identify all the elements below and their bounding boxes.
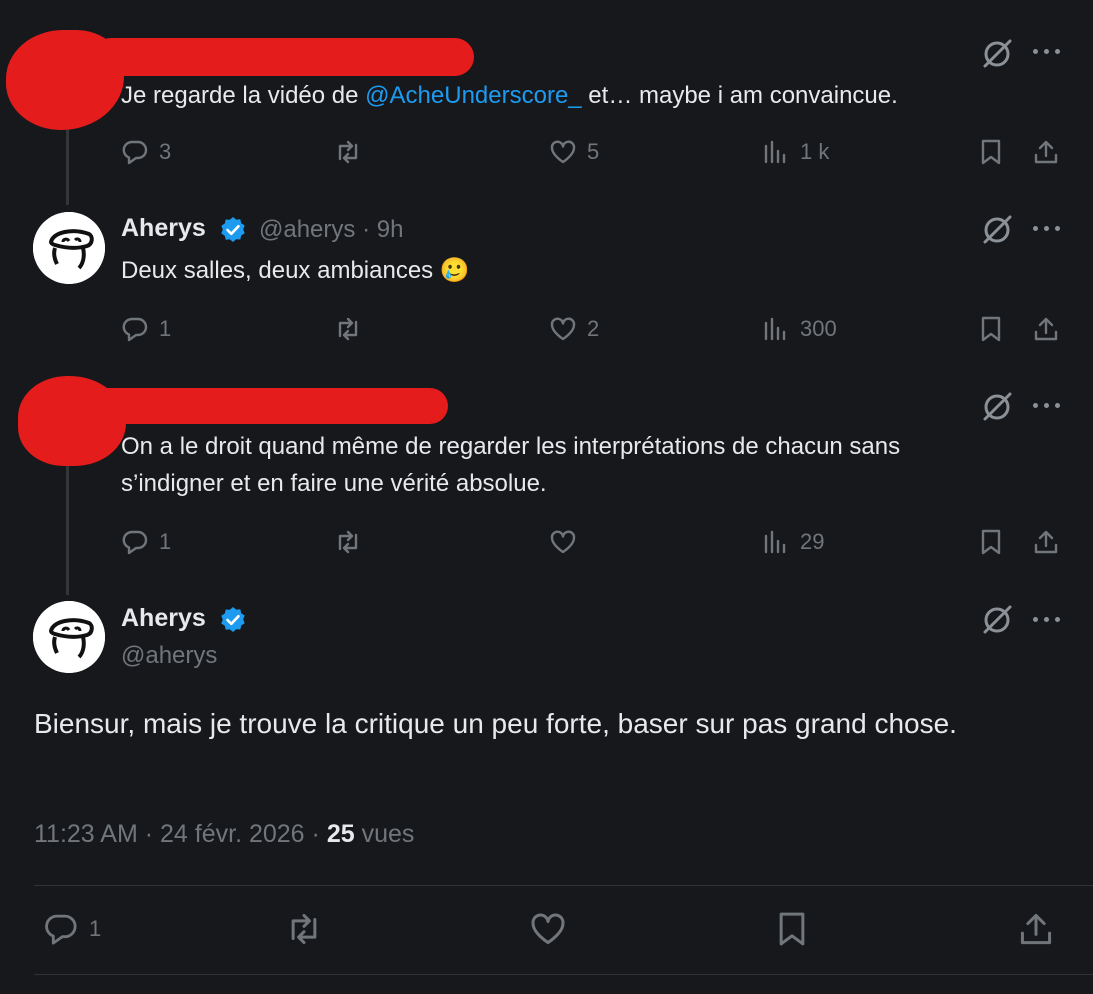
reply-icon xyxy=(122,140,148,165)
more-icon[interactable] xyxy=(1031,610,1065,630)
view-count: 1 k xyxy=(800,139,830,164)
verified-badge-icon xyxy=(219,606,247,634)
like-button[interactable]: 2 xyxy=(549,313,599,345)
bookmark-button[interactable] xyxy=(977,136,1005,168)
bookmark-button[interactable] xyxy=(773,912,811,946)
bookmark-button[interactable] xyxy=(977,313,1005,345)
heart-icon xyxy=(550,140,576,164)
share-icon xyxy=(1034,317,1058,341)
like-count: 5 xyxy=(587,139,600,164)
like-button[interactable]: 5 xyxy=(549,136,599,168)
heart-icon xyxy=(550,530,576,554)
share-button[interactable] xyxy=(1032,313,1060,345)
grok-icon[interactable] xyxy=(980,390,1014,424)
reply-button[interactable]: 1 xyxy=(121,313,171,345)
repost-icon xyxy=(338,140,358,164)
like-button[interactable] xyxy=(549,526,587,558)
tweet-text-part: et… maybe i am convaincue. xyxy=(581,82,898,109)
separator: · xyxy=(144,820,154,848)
separator: · xyxy=(311,820,320,848)
view-count: 300 xyxy=(800,316,837,341)
tweet-text-part: Je regarde la vidéo de xyxy=(121,82,366,109)
tweet-text: Deux salles, deux ambiances 🥲 xyxy=(121,257,470,284)
repost-icon xyxy=(338,317,358,341)
heart-icon xyxy=(550,317,576,341)
views-chart-icon xyxy=(764,140,786,164)
views-label: vues xyxy=(361,820,415,848)
bookmark-button[interactable] xyxy=(977,526,1005,558)
author-handle-time[interactable]: @aherys · 9h xyxy=(259,216,403,244)
views-button[interactable]: 1 k xyxy=(762,136,829,168)
views-chart-icon xyxy=(764,317,786,341)
repost-icon xyxy=(291,913,317,945)
share-icon xyxy=(1020,913,1052,945)
repost-button[interactable] xyxy=(334,526,372,558)
bookmark-icon xyxy=(981,316,1001,342)
share-button[interactable] xyxy=(1017,913,1055,945)
grok-icon[interactable] xyxy=(980,603,1014,637)
tweet-metadata: 11:23 AM · 24 févr. 2026 · 25 vues xyxy=(34,820,414,849)
share-button[interactable] xyxy=(1032,526,1060,558)
tweet-date[interactable]: 24 févr. 2026 xyxy=(160,820,305,848)
reply-button[interactable]: 3 xyxy=(121,136,171,168)
reply-icon xyxy=(45,914,77,945)
repost-button[interactable] xyxy=(285,913,323,945)
redacted-author xyxy=(92,38,474,76)
reply-icon xyxy=(122,317,148,342)
heart-icon xyxy=(531,913,565,945)
author-name[interactable]: Aherys xyxy=(121,214,206,243)
main-tweet-text: Biensur, mais je trouve la critique un p… xyxy=(34,708,957,739)
reply-button[interactable]: 1 xyxy=(121,526,171,558)
like-button[interactable] xyxy=(529,913,567,945)
views-count: 25 xyxy=(326,820,355,848)
divider xyxy=(34,974,1093,975)
grok-icon[interactable] xyxy=(980,213,1014,247)
reply-count: 1 xyxy=(159,529,172,554)
avatar[interactable] xyxy=(33,212,105,284)
more-icon[interactable] xyxy=(1031,396,1065,416)
more-icon[interactable] xyxy=(1031,219,1065,239)
author-handle[interactable]: @aherys xyxy=(121,642,217,670)
mention-link[interactable]: @AcheUnderscore_ xyxy=(365,82,581,109)
more-icon[interactable] xyxy=(1031,42,1065,62)
tweet-text-line: On a le droit quand même de regarder les… xyxy=(121,433,901,460)
repost-icon xyxy=(338,530,358,554)
repost-button[interactable] xyxy=(334,313,372,345)
grok-icon[interactable] xyxy=(980,37,1014,71)
verified-badge-icon xyxy=(219,216,247,244)
thread-view: Je regarde la vidéo de @AcheUnderscore_ … xyxy=(0,0,1093,994)
views-button[interactable]: 300 xyxy=(762,313,837,345)
repost-button[interactable] xyxy=(334,136,372,168)
share-button[interactable] xyxy=(1032,136,1060,168)
tweet-text-line: s’indigner et en faire une vérité absolu… xyxy=(121,470,547,497)
divider xyxy=(34,885,1093,886)
share-icon xyxy=(1034,140,1058,164)
view-count: 29 xyxy=(800,529,825,554)
views-button[interactable]: 29 xyxy=(762,526,824,558)
redacted-author xyxy=(90,388,448,424)
reply-count: 1 xyxy=(159,316,172,341)
tweet-text: Je regarde la vidéo de @AcheUnderscore_ … xyxy=(121,77,898,114)
like-count: 2 xyxy=(587,316,600,341)
views-chart-icon xyxy=(764,530,786,554)
bookmark-icon xyxy=(779,912,805,946)
bookmark-icon xyxy=(981,529,1001,555)
share-icon xyxy=(1034,530,1058,554)
avatar[interactable] xyxy=(33,601,105,673)
thread-line xyxy=(66,465,69,595)
reply-icon xyxy=(122,530,148,555)
reply-count: 1 xyxy=(89,916,102,941)
reply-count: 3 xyxy=(159,139,172,164)
bookmark-icon xyxy=(981,139,1001,165)
reply-button[interactable]: 1 xyxy=(43,913,101,945)
tweet-time[interactable]: 11:23 AM xyxy=(34,820,138,848)
author-name[interactable]: Aherys xyxy=(121,604,206,633)
